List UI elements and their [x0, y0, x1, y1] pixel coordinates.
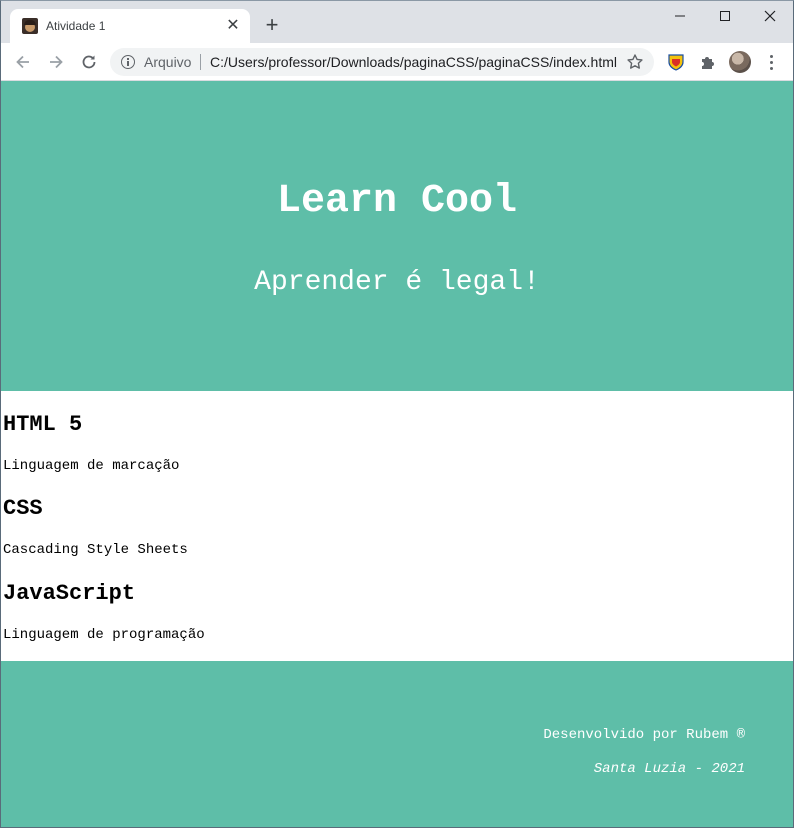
topic-title-css: CSS [3, 496, 43, 521]
avatar-favicon-icon [22, 18, 38, 34]
page-content: Learn Cool Aprender é legal! HTML 5 Ling… [1, 81, 793, 827]
profile-avatar[interactable] [729, 51, 751, 73]
close-icon [764, 10, 776, 22]
footer-credit: Desenvolvido por Rubem ® [543, 727, 745, 743]
minimize-icon [675, 15, 685, 17]
browser-toolbar: Arquivo C:/Users/professor/Downloads/pag… [1, 43, 793, 81]
bookmark-star-icon[interactable] [626, 53, 644, 71]
hero-title: Learn Cool [276, 179, 518, 224]
footer-place: Santa Luzia - 2021 [593, 761, 745, 777]
more-menu-icon[interactable] [764, 52, 780, 72]
reload-icon [82, 55, 96, 69]
address-bar[interactable]: Arquivo C:/Users/professor/Downloads/pag… [110, 48, 654, 76]
back-button[interactable] [11, 50, 35, 74]
tab-close-icon[interactable]: ✕ [224, 17, 242, 35]
arrow-right-icon [50, 55, 63, 69]
minimize-button[interactable] [657, 1, 703, 31]
topics-section: HTML 5 Linguagem de marcação CSS Cascadi… [1, 391, 793, 661]
page-footer: Desenvolvido por Rubem ® Santa Luzia - 2… [1, 661, 793, 827]
shield-extension-icon[interactable] [666, 52, 686, 72]
tab-title: Atividade 1 [46, 19, 106, 33]
new-tab-button[interactable]: + [260, 14, 284, 38]
topic-desc-javascript: Linguagem de programação [3, 627, 205, 643]
url-text[interactable]: C:/Users/professor/Downloads/paginaCSS/p… [210, 54, 617, 70]
hero-banner: Learn Cool Aprender é legal! [1, 81, 793, 391]
arrow-left-icon [16, 55, 29, 69]
browser-window: Atividade 1 ✕ + Arquivo C:/Users/profess… [0, 0, 794, 828]
scheme-label: Arquivo [144, 54, 192, 70]
puzzle-extension-icon[interactable] [698, 52, 718, 72]
topic-title-javascript: JavaScript [3, 581, 136, 606]
window-close-button[interactable] [747, 1, 793, 31]
maximize-button[interactable] [702, 1, 748, 31]
forward-button[interactable] [44, 50, 68, 74]
address-separator [200, 54, 201, 70]
topic-title-html5: HTML 5 [3, 412, 83, 437]
tab-strip: Atividade 1 ✕ + [1, 1, 793, 43]
topic-desc-css: Cascading Style Sheets [3, 542, 188, 558]
info-icon[interactable] [121, 55, 135, 69]
topic-desc-html5: Linguagem de marcação [3, 458, 180, 474]
maximize-icon [720, 11, 730, 21]
hero-subtitle: Aprender é legal! [254, 267, 540, 298]
tab-atividade-1[interactable]: Atividade 1 ✕ [10, 9, 250, 43]
reload-button[interactable] [77, 50, 101, 74]
